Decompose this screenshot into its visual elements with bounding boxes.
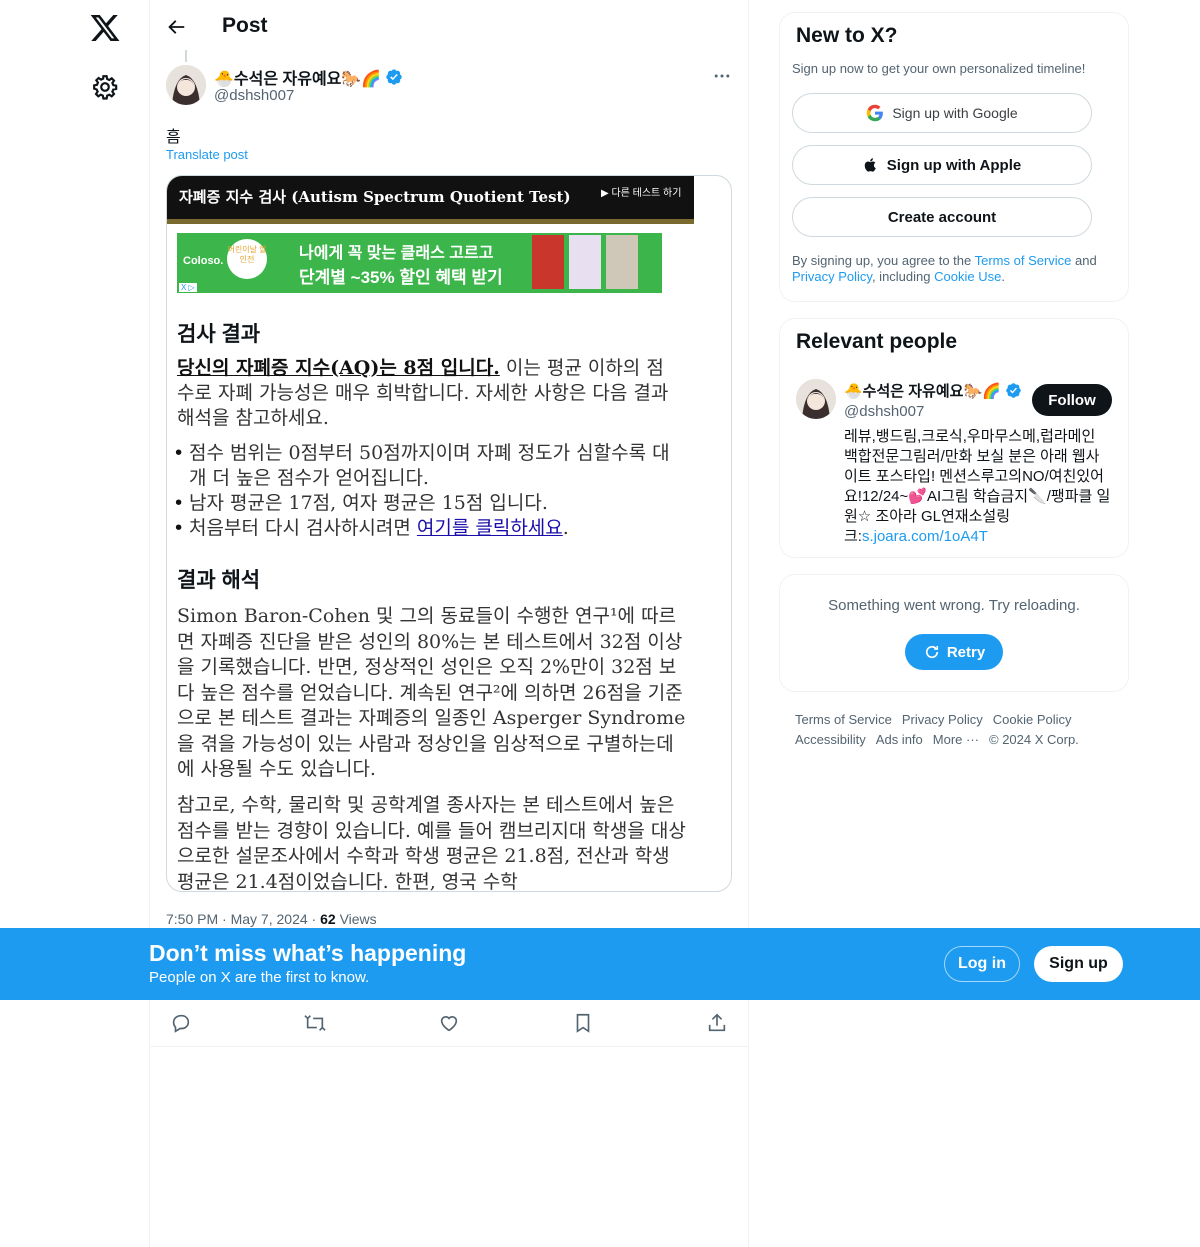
footer-links: Terms of Service Privacy Policy Cookie Pol… xyxy=(795,710,1115,750)
footer-privacy-link[interactable]: Privacy Policy xyxy=(902,712,983,727)
login-button[interactable]: Log in xyxy=(944,946,1020,982)
author-name-text: 🐣수석은 자유예요🐎🌈 xyxy=(214,71,382,88)
footer-accessibility-link[interactable]: Accessibility xyxy=(795,732,866,747)
ad-brand: Coloso. xyxy=(183,255,224,267)
back-arrow-icon[interactable] xyxy=(165,16,187,38)
gear-icon[interactable] xyxy=(92,74,118,100)
person-name-text: 🐣수석은 자유예요🐎🌈 xyxy=(844,383,1001,400)
media-result-bold: 당신의 자폐증 지수(AQ)는 8점 입니다. xyxy=(177,357,500,379)
error-card xyxy=(779,574,1129,692)
views-count: 62 xyxy=(320,911,336,927)
privacy-policy-link[interactable]: Privacy Policy xyxy=(792,269,872,284)
signup-apple-label: Sign up with Apple xyxy=(886,156,1022,174)
terms-of-service-link[interactable]: Terms of Service xyxy=(975,253,1072,268)
media-interpretation-paragraph: Simon Baron-Cohen 및 그의 동료들이 수행한 연구¹에 따르면… xyxy=(177,605,686,780)
post-metadata: 7:50 PM · May 7, 2024 · 62 Views xyxy=(166,911,377,927)
signup-card-subtitle: Sign up now to get your own personalized… xyxy=(792,61,1086,76)
terms-text: and xyxy=(1071,253,1097,268)
verified-badge-icon xyxy=(1006,383,1021,398)
post-media-image[interactable]: 자폐증 지수 검사 (Autism Spectrum Quotient Test… xyxy=(166,175,732,892)
media-result-paragraph: 당신의 자폐증 지수(AQ)는 8점 입니다. 이는 평균 이하의 점수로 자폐… xyxy=(177,356,677,431)
post-time[interactable]: 7:50 PM xyxy=(166,911,218,927)
error-message: Something went wrong. Try reloading. xyxy=(828,597,1080,614)
x-logo-icon[interactable] xyxy=(89,12,121,44)
views-label: Views xyxy=(339,911,377,927)
signup-google-button[interactable]: Sign up with Google xyxy=(792,93,1092,133)
verified-badge-icon xyxy=(386,69,402,85)
signup-card-title: New to X? xyxy=(796,24,898,47)
apple-icon xyxy=(864,158,876,172)
create-account-label: Create account xyxy=(887,208,997,226)
media-bullet: 점수 범위는 0점부터 50점까지이며 자폐 정도가 심할수록 대개 더 높은 … xyxy=(173,441,677,491)
post-date[interactable]: May 7, 2024 xyxy=(231,911,308,927)
ad-badge: 어린이날 할인전 xyxy=(227,239,267,279)
ad-line-1: 나에게 꼭 맞는 클래스 고르고 xyxy=(299,245,494,262)
terms-text: By signing up, you agree to the xyxy=(792,253,975,268)
media-ad-banner: Coloso. 어린이날 할인전 나에게 꼭 맞는 클래스 고르고 단계별 ~3… xyxy=(177,233,662,293)
translate-post-link[interactable]: Translate post xyxy=(166,147,248,162)
repost-icon[interactable] xyxy=(304,1012,326,1034)
avatar[interactable] xyxy=(796,379,836,419)
terms-text: , including xyxy=(871,269,935,284)
page-title: Post xyxy=(222,14,268,37)
ad-thumbnail xyxy=(606,235,638,289)
ad-indicator: X ▷ xyxy=(179,283,197,292)
google-icon xyxy=(867,104,884,122)
author-name[interactable]: 🐣수석은 자유예요🐎🌈 xyxy=(214,65,403,89)
signup-google-label: Sign up with Google xyxy=(892,105,1018,121)
signup-terms-text: By signing up, you agree to the Terms of… xyxy=(792,253,1122,285)
banner-subtitle: People on X are the first to know. xyxy=(149,969,370,986)
avatar[interactable] xyxy=(166,65,206,105)
media-bullet-end: . xyxy=(562,517,569,539)
media-section-title-2: 결과 해석 xyxy=(177,569,261,592)
footer-more-link[interactable]: More ··· xyxy=(933,732,979,747)
person-handle[interactable]: @dshsh007 xyxy=(844,403,924,420)
media-note-paragraph: 참고로, 수학, 물리학 및 공학계열 종사자는 본 테스트에서 높은 점수를 … xyxy=(177,794,686,892)
media-restart-link: 여기를 클릭하세요 xyxy=(416,517,563,539)
media-bullet-text: 처음부터 다시 검사하시려면 xyxy=(189,517,417,539)
ad-line-2: 단계별 ~35% 할인 혜택 받기 xyxy=(299,268,503,287)
retry-label: Retry xyxy=(946,643,986,661)
divider xyxy=(150,1046,748,1047)
share-icon[interactable] xyxy=(706,1012,728,1034)
media-header-link: ▶ 다른 테스트 하기 xyxy=(601,188,682,199)
banner-title: Don’t miss what’s happening xyxy=(149,940,467,966)
create-account-button[interactable]: Create account xyxy=(792,197,1092,237)
retry-button[interactable]: Retry xyxy=(905,634,1003,670)
thread-line xyxy=(185,50,187,62)
footer-copyright: © 2024 X Corp. xyxy=(989,732,1079,747)
more-options-icon[interactable] xyxy=(712,66,732,86)
person-name[interactable]: 🐣수석은 자유예요🐎🌈 xyxy=(844,380,1022,401)
author-handle[interactable]: @dshsh007 xyxy=(214,87,294,104)
reply-icon[interactable] xyxy=(170,1012,192,1034)
person-bio-link[interactable]: s.joara.com/1oA4T xyxy=(862,528,988,545)
signup-button[interactable]: Sign up xyxy=(1034,946,1123,982)
media-header-title: 자폐증 지수 검사 (Autism Spectrum Quotient Test… xyxy=(179,188,571,206)
terms-text: . xyxy=(1001,269,1005,284)
footer-terms-link[interactable]: Terms of Service xyxy=(795,712,892,727)
media-section-title: 검사 결과 xyxy=(177,323,261,346)
bookmark-icon[interactable] xyxy=(572,1012,594,1034)
media-header-bar: 자폐증 지수 검사 (Autism Spectrum Quotient Test… xyxy=(167,176,694,224)
footer-cookie-link[interactable]: Cookie Policy xyxy=(993,712,1072,727)
media-bullet: 처음부터 다시 검사하시려면 여기를 클릭하세요. xyxy=(173,516,677,541)
cookie-use-link[interactable]: Cookie Use xyxy=(934,269,1001,284)
ad-thumbnail xyxy=(569,235,601,289)
relevant-people-title: Relevant people xyxy=(796,330,958,353)
follow-button[interactable]: Follow xyxy=(1032,384,1112,416)
person-bio: 레뷰,뱅드림,크로식,우마무스메,럽라메인 백합전문그림러/만화 보실 분은 아… xyxy=(844,427,1112,547)
signup-apple-button[interactable]: Sign up with Apple xyxy=(792,145,1092,185)
ad-thumbnail xyxy=(532,235,564,289)
media-bullet: 남자 평균은 17점, 여자 평균은 15점 입니다. xyxy=(173,491,677,516)
like-icon[interactable] xyxy=(438,1012,460,1034)
footer-ads-link[interactable]: Ads info xyxy=(876,732,923,747)
refresh-icon xyxy=(925,645,938,659)
post-text: 흠 xyxy=(166,129,181,146)
media-bullet-list: 점수 범위는 0점부터 50점까지이며 자폐 정도가 심할수록 대개 더 높은 … xyxy=(173,441,677,541)
